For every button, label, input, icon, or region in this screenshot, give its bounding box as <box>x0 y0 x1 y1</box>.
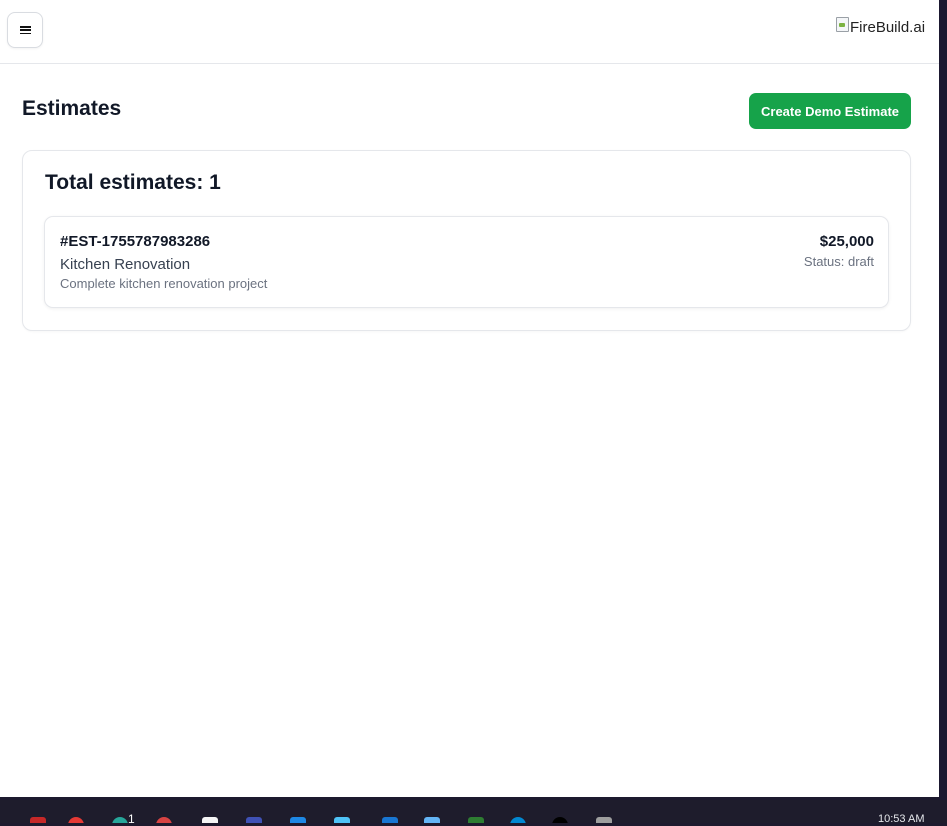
taskbar-app-icon[interactable] <box>334 817 350 823</box>
page-title: Estimates <box>22 97 122 120</box>
total-estimates: Total estimates: 1 <box>45 171 221 194</box>
logo[interactable]: FireBuild.ai <box>836 16 925 38</box>
logo-alt-text: FireBuild.ai <box>850 18 926 36</box>
hamburger-icon <box>19 26 31 34</box>
broken-image-icon <box>836 16 849 32</box>
taskbar-app-icon[interactable] <box>510 817 526 823</box>
estimate-status: Status: draft <box>803 254 874 269</box>
taskbar-app-icon[interactable] <box>290 817 306 823</box>
taskbar-app-icon[interactable] <box>468 817 484 823</box>
create-demo-estimate-button[interactable]: Create Demo Estimate <box>749 93 911 129</box>
taskbar-app-icon[interactable] <box>30 817 46 823</box>
taskbar <box>0 800 947 823</box>
taskbar-app-icon[interactable] <box>156 817 172 823</box>
taskbar-badge: 1 <box>128 812 135 826</box>
estimate-title: Kitchen Renovation <box>60 256 191 273</box>
taskbar-app-icon[interactable] <box>202 817 218 823</box>
taskbar-app-icon[interactable] <box>112 817 128 823</box>
estimate-list-item[interactable]: #EST-1755787983286 Kitchen Renovation Co… <box>44 216 889 308</box>
menu-button[interactable] <box>7 12 43 48</box>
estimate-description: Complete kitchen renovation project <box>60 276 268 291</box>
taskbar-clock[interactable]: 10:53 AM <box>878 813 924 825</box>
taskbar-app-icon[interactable] <box>424 817 440 823</box>
taskbar-app-icon[interactable] <box>68 817 84 823</box>
window-edge <box>939 0 947 800</box>
app-window: FireBuild.ai Estimates Create Demo Estim… <box>0 0 939 797</box>
top-bar: FireBuild.ai <box>0 0 939 64</box>
taskbar-app-icon[interactable] <box>552 817 568 823</box>
estimate-id: #EST-1755787983286 <box>60 233 211 250</box>
estimates-card: Total estimates: 1 #EST-1755787983286 Ki… <box>22 150 911 331</box>
taskbar-app-icon[interactable] <box>246 817 262 823</box>
taskbar-app-icon[interactable] <box>596 817 612 823</box>
estimate-amount: $25,000 <box>819 233 874 250</box>
taskbar-app-icon[interactable] <box>382 817 398 823</box>
